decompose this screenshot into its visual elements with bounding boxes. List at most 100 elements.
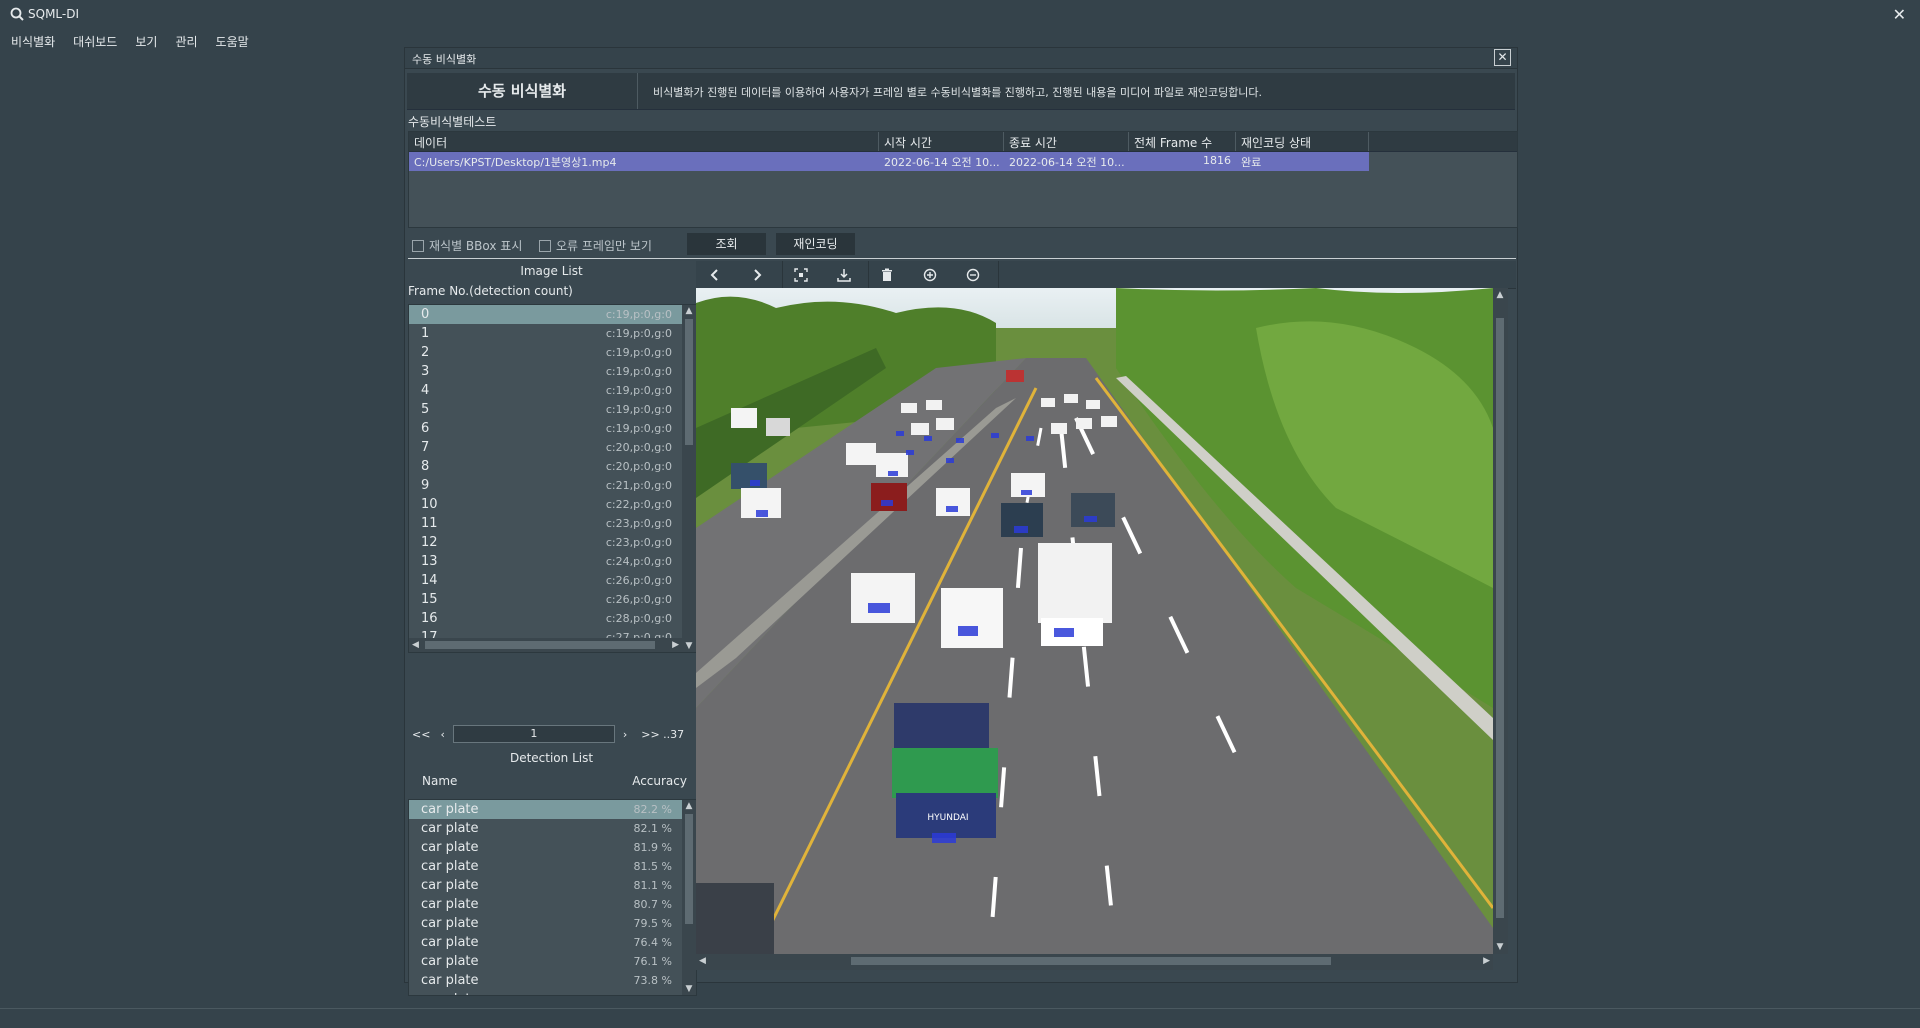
checkbox-box[interactable] xyxy=(539,239,551,252)
chevron-right-icon[interactable] xyxy=(747,265,767,285)
image-list-hscroll[interactable]: ◀ ▶ xyxy=(409,638,682,652)
menu-help[interactable]: 도움말 xyxy=(209,30,256,52)
scroll-thumb[interactable] xyxy=(685,319,693,445)
scroll-down-icon[interactable]: ▼ xyxy=(682,641,696,651)
dialog-close-button[interactable]: ✕ xyxy=(1494,49,1511,66)
list-item[interactable]: 0 c:19,p:0,g:0 xyxy=(409,305,696,324)
scroll-left-icon[interactable]: ◀ xyxy=(699,954,706,968)
list-item[interactable]: car plate 76.4 % xyxy=(409,933,696,952)
pager-next-button[interactable]: › xyxy=(623,728,627,741)
list-item[interactable]: car plate 73.8 % xyxy=(409,971,696,990)
list-item[interactable]: 15 c:26,p:0,g:0 xyxy=(409,590,696,609)
checkbox-box[interactable] xyxy=(412,239,424,252)
scroll-left-icon[interactable]: ◀ xyxy=(412,638,419,652)
list-item[interactable]: 9 c:21,p:0,g:0 xyxy=(409,476,696,495)
page-number-input[interactable]: 1 xyxy=(452,725,615,743)
list-item[interactable]: 5 c:19,p:0,g:0 xyxy=(409,400,696,419)
list-item[interactable]: 6 c:19,p:0,g:0 xyxy=(409,419,696,438)
list-item[interactable]: car plate 82.1 % xyxy=(409,819,696,838)
viewer-hscroll[interactable]: ◀ ▶ xyxy=(696,954,1493,970)
app-close-button[interactable]: ✕ xyxy=(1893,5,1906,24)
scroll-thumb[interactable] xyxy=(425,641,655,649)
list-item[interactable]: 4 c:19,p:0,g:0 xyxy=(409,381,696,400)
list-item[interactable]: 16 c:28,p:0,g:0 xyxy=(409,609,696,628)
pager-prev-button[interactable]: ‹ xyxy=(440,728,444,741)
list-item[interactable]: 8 c:20,p:0,g:0 xyxy=(409,457,696,476)
list-item[interactable]: car plate 80.7 % xyxy=(409,895,696,914)
menu-manage[interactable]: 관리 xyxy=(168,30,204,52)
list-item[interactable]: car plate 82.2 % xyxy=(409,800,696,819)
list-item[interactable]: car plate 81.5 % xyxy=(409,857,696,876)
column-header-frames[interactable]: 전체 Frame 수 xyxy=(1129,132,1236,151)
list-item[interactable]: 13 c:24,p:0,g:0 xyxy=(409,552,696,571)
frame-number: 5 xyxy=(421,402,430,417)
list-item[interactable]: 11 c:23,p:0,g:0 xyxy=(409,514,696,533)
scroll-thumb[interactable] xyxy=(685,814,693,924)
pager-first-button[interactable]: << xyxy=(412,728,430,741)
reencode-button[interactable]: 재인코딩 xyxy=(776,233,855,255)
frame-number: 13 xyxy=(421,554,438,569)
detection-count: c:19,p:0,g:0 xyxy=(605,327,672,340)
search-button[interactable]: 조회 xyxy=(687,233,766,255)
menu-view[interactable]: 보기 xyxy=(128,30,164,52)
column-header-start[interactable]: 시작 시간 xyxy=(879,132,1004,151)
cell-start: 2022-06-14 오전 10... xyxy=(884,156,1000,169)
scroll-down-icon[interactable]: ▼ xyxy=(682,984,696,994)
dialog-header: 수동 비식별화 비식별화가 진행된 데이터를 이용하여 사용자가 프레임 별로 … xyxy=(407,73,1515,110)
viewer-vscroll[interactable]: ▲ ▼ xyxy=(1493,288,1508,954)
scroll-down-icon[interactable]: ▼ xyxy=(1493,942,1507,952)
detection-count: c:19,p:0,g:0 xyxy=(605,308,672,321)
list-item[interactable]: 7 c:20,p:0,g:0 xyxy=(409,438,696,457)
detection-count: c:19,p:0,g:0 xyxy=(605,365,672,378)
scroll-thumb[interactable] xyxy=(851,957,1331,965)
list-item[interactable]: car plate 81.1 % xyxy=(409,876,696,895)
cell-frames: 1816 xyxy=(1203,154,1231,167)
list-item[interactable]: 12 c:23,p:0,g:0 xyxy=(409,533,696,552)
pager-last-button[interactable]: >> ..37 xyxy=(641,728,684,741)
list-item[interactable]: car plate 81.9 % xyxy=(409,838,696,857)
scroll-up-icon[interactable]: ▲ xyxy=(682,306,696,316)
menu-deidentify[interactable]: 비식별화 xyxy=(4,30,62,52)
list-item[interactable]: 2 c:19,p:0,g:0 xyxy=(409,343,696,362)
scroll-thumb[interactable] xyxy=(1496,318,1504,918)
chevron-left-icon[interactable] xyxy=(705,265,725,285)
show-bbox-checkbox[interactable]: 재식별 BBox 표시 xyxy=(412,237,522,254)
frame-image[interactable]: HYUNDAI xyxy=(696,288,1493,954)
menu-dashboard[interactable]: 대쉬보드 xyxy=(66,30,124,52)
list-item[interactable]: car plate 79.5 % xyxy=(409,914,696,933)
scroll-right-icon[interactable]: ▶ xyxy=(1483,954,1490,968)
download-icon[interactable] xyxy=(834,265,854,285)
list-item[interactable]: 14 c:26,p:0,g:0 xyxy=(409,571,696,590)
scroll-up-icon[interactable]: ▲ xyxy=(682,801,696,811)
detection-count: c:19,p:0,g:0 xyxy=(605,384,672,397)
trash-icon[interactable] xyxy=(877,265,897,285)
controls-bar: 재식별 BBox 표시 오류 프레임만 보기 조회 재인코딩 xyxy=(408,231,1516,259)
divider xyxy=(408,258,1516,259)
list-item[interactable]: 1 c:19,p:0,g:0 xyxy=(409,324,696,343)
list-item[interactable]: 10 c:22,p:0,g:0 xyxy=(409,495,696,514)
column-header-end[interactable]: 종료 시간 xyxy=(1004,132,1129,151)
fit-screen-icon[interactable] xyxy=(791,265,811,285)
error-frames-checkbox[interactable]: 오류 프레임만 보기 xyxy=(539,237,652,254)
list-item[interactable]: car plate 73.4 % xyxy=(409,990,696,995)
detection-name: car plate xyxy=(421,954,479,969)
list-item[interactable]: car plate 76.1 % xyxy=(409,952,696,971)
table-row[interactable]: C:/Users/KPST/Desktop/1분영상1.mp4 2022-06-… xyxy=(409,152,1369,171)
detection-list-vscroll[interactable]: ▲ ▼ xyxy=(682,800,696,995)
zoom-out-icon[interactable] xyxy=(963,265,983,285)
scroll-right-icon[interactable]: ▶ xyxy=(672,638,679,652)
zoom-in-icon[interactable] xyxy=(920,265,940,285)
scroll-up-icon[interactable]: ▲ xyxy=(1493,290,1507,300)
detection-accuracy: 82.1 % xyxy=(633,822,672,835)
accuracy-column-header: Accuracy xyxy=(632,774,687,788)
detection-name: car plate xyxy=(421,802,479,817)
detection-count: c:22,p:0,g:0 xyxy=(605,498,672,511)
table-header: 데이터 시작 시간 종료 시간 전체 Frame 수 재인코딩 상태 xyxy=(409,132,1517,152)
toolbar-divider xyxy=(868,261,869,288)
column-header-data[interactable]: 데이터 xyxy=(409,132,879,151)
detection-accuracy: 73.4 % xyxy=(634,993,672,995)
image-list-vscroll[interactable]: ▲ ▼ xyxy=(682,305,696,652)
list-item[interactable]: 3 c:19,p:0,g:0 xyxy=(409,362,696,381)
column-header-status[interactable]: 재인코딩 상태 xyxy=(1236,132,1369,151)
error-frames-label: 오류 프레임만 보기 xyxy=(556,239,652,253)
